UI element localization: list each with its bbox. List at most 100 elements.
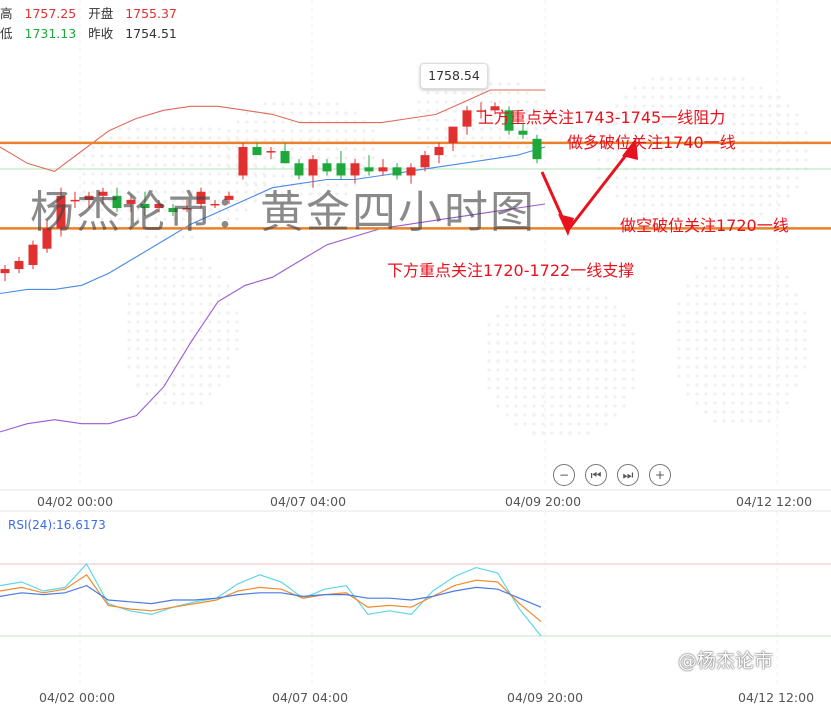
map-dot	[642, 95, 646, 99]
map-dot	[705, 95, 709, 99]
map-dot	[226, 338, 230, 342]
map-dot	[453, 91, 457, 95]
map-dot	[749, 257, 753, 261]
map-dot	[604, 305, 608, 309]
map-dot	[586, 368, 590, 372]
map-dot	[145, 338, 149, 342]
map-dot	[181, 338, 185, 342]
map-dot	[127, 302, 131, 306]
map-dot	[516, 145, 520, 149]
map-dot	[722, 284, 726, 288]
map-dot	[749, 365, 753, 369]
map-dot	[624, 95, 628, 99]
map-dot	[713, 392, 717, 396]
low-value: 1731.13	[24, 26, 77, 41]
map-dot	[749, 347, 753, 351]
step-back-icon[interactable]: ⏮	[585, 464, 607, 486]
map-dot	[595, 368, 599, 372]
map-dot	[713, 347, 717, 351]
map-dot	[759, 203, 763, 207]
map-dot	[758, 329, 762, 333]
map-dot	[532, 296, 536, 300]
map-dot	[154, 302, 158, 306]
map-dot	[489, 145, 493, 149]
map-dot	[426, 109, 430, 113]
map-dot	[550, 314, 554, 318]
map-dot	[190, 347, 194, 351]
map-dot	[624, 185, 628, 189]
map-dot	[190, 392, 194, 396]
map-dot	[236, 138, 240, 142]
map-dot	[505, 341, 509, 345]
map-dot	[462, 91, 466, 95]
rsi-x-tick-label: 04/02 00:00	[39, 690, 116, 705]
map-dot	[235, 329, 239, 333]
map-dot	[523, 305, 527, 309]
map-dot	[695, 383, 699, 387]
candle-down	[336, 163, 346, 176]
step-forward-icon[interactable]: ⏭	[617, 464, 639, 486]
map-dot	[523, 377, 527, 381]
map-dot	[713, 356, 717, 360]
map-dot	[622, 395, 626, 399]
map-dot	[136, 383, 140, 387]
map-dot	[444, 100, 448, 104]
map-dot	[595, 332, 599, 336]
map-dot	[731, 365, 735, 369]
map-dot	[714, 77, 718, 81]
map-dot	[696, 86, 700, 90]
map-dot	[750, 131, 754, 135]
map-dot	[677, 311, 681, 315]
map-dot	[677, 374, 681, 378]
map-dot	[100, 154, 104, 158]
map-dot	[696, 77, 700, 81]
map-dot	[91, 145, 95, 149]
map-dot	[272, 165, 276, 169]
zoom-out-icon[interactable]: −	[553, 464, 575, 486]
candle-up	[14, 260, 24, 270]
map-dot	[154, 163, 158, 167]
map-dot	[758, 401, 762, 405]
map-dot	[496, 368, 500, 372]
map-dot	[417, 100, 421, 104]
map-dot	[660, 95, 664, 99]
map-dot	[525, 91, 529, 95]
map-dot	[568, 305, 572, 309]
map-dot	[740, 320, 744, 324]
map-dot	[541, 332, 545, 336]
map-dot	[704, 311, 708, 315]
map-dot	[686, 374, 690, 378]
map-dot	[550, 296, 554, 300]
map-dot	[794, 365, 798, 369]
map-dot	[496, 314, 500, 318]
map-dot	[199, 383, 203, 387]
map-dot	[353, 147, 357, 151]
map-dot	[462, 154, 466, 158]
map-dot	[136, 284, 140, 288]
map-dot	[696, 158, 700, 162]
map-dot	[568, 377, 572, 381]
map-dot	[777, 149, 781, 153]
map-dot	[532, 386, 536, 390]
map-dot	[622, 332, 626, 336]
map-dot	[595, 422, 599, 426]
map-dot	[109, 154, 113, 158]
map-dot	[732, 77, 736, 81]
zoom-in-icon[interactable]: +	[649, 464, 671, 486]
map-dot	[677, 329, 681, 333]
map-dot	[550, 404, 554, 408]
map-dot	[136, 163, 140, 167]
map-dot	[660, 158, 664, 162]
map-dot	[758, 320, 762, 324]
map-dot	[759, 131, 763, 135]
map-dot	[785, 374, 789, 378]
map-dot	[559, 332, 563, 336]
map-dot	[514, 350, 518, 354]
map-dot	[633, 86, 637, 90]
map-dot	[741, 176, 745, 180]
map-dot	[523, 314, 527, 318]
map-dot	[190, 401, 194, 405]
candle-down	[364, 167, 374, 172]
map-dot	[568, 296, 572, 300]
map-dot	[480, 145, 484, 149]
